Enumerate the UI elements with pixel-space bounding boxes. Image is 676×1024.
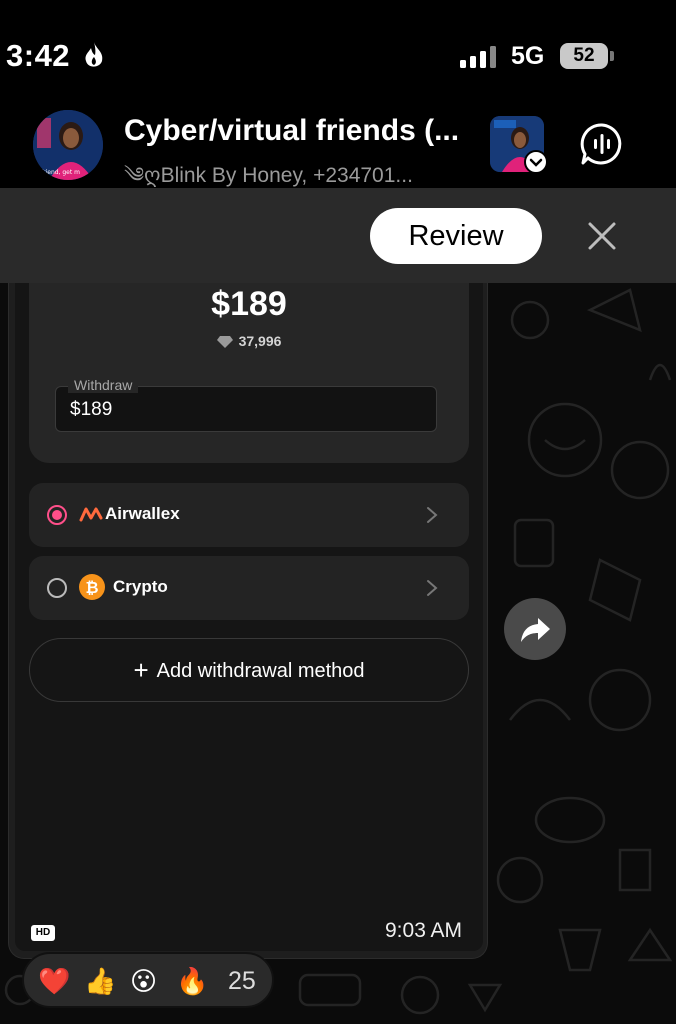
balance-card: $189 37,996 Withdraw $189 — [29, 283, 469, 463]
status-time: 3:42 — [6, 38, 71, 73]
reaction-count: 25 — [228, 967, 256, 995]
add-withdrawal-method-button[interactable]: + Add withdrawal method — [29, 638, 469, 702]
radio-selected[interactable] — [47, 505, 67, 525]
reaction-thumbs-up: 👍 — [84, 966, 117, 996]
plus-icon: + — [133, 655, 149, 685]
cellular-signal-icon — [460, 46, 498, 68]
radio-unselected[interactable] — [47, 578, 67, 598]
group-avatar[interactable]: friend, get m — [33, 110, 103, 180]
message-timestamp: 9:03 AM — [385, 919, 463, 942]
voice-chat-icon[interactable] — [580, 122, 624, 166]
reaction-fire: 🔥 — [176, 966, 209, 996]
method-crypto[interactable]: ₿ Crypto — [29, 556, 469, 620]
withdraw-value: $189 — [70, 399, 113, 420]
withdraw-label: Withdraw — [68, 377, 139, 393]
forward-arrow-icon — [521, 618, 550, 642]
close-icon[interactable] — [584, 218, 620, 254]
diamond-count: 37,996 — [238, 333, 282, 349]
withdraw-amount-field[interactable]: Withdraw $189 — [55, 377, 437, 432]
chevron-down-icon[interactable] — [524, 150, 548, 174]
method-airwallex[interactable]: Airwallex — [29, 483, 469, 547]
reaction-bar[interactable]: ❤️ 👍 😮 🔥 25 — [22, 952, 274, 1008]
review-bar: Review — [0, 188, 676, 283]
network-type: 5G — [511, 42, 545, 70]
diamond-balance: 37,996 — [29, 333, 469, 349]
chevron-right-icon — [427, 580, 438, 596]
screenshot-image[interactable]: $189 37,996 Withdraw $189 Airwallex ₿ Cr… — [15, 283, 483, 951]
hd-badge: HD — [31, 925, 55, 941]
add-method-label: Add withdrawal method — [156, 660, 365, 682]
airwallex-logo-icon — [79, 507, 103, 522]
chevron-right-icon — [427, 507, 438, 523]
image-message-bubble[interactable]: $189 37,996 Withdraw $189 Airwallex ₿ Cr… — [8, 283, 488, 959]
svg-text:₿: ₿ — [85, 578, 98, 597]
bitcoin-icon: ₿ — [79, 574, 105, 600]
reaction-surprised: 😮 — [130, 966, 158, 996]
reaction-heart: ❤️ — [38, 966, 71, 996]
method-label: Crypto — [113, 577, 168, 596]
forward-button[interactable] — [504, 598, 566, 660]
status-bar: 3:42 5G 52 — [0, 0, 676, 100]
review-button[interactable]: Review — [370, 208, 542, 264]
avatar-image: friend, get m — [33, 110, 103, 180]
chat-title[interactable]: Cyber/virtual friends (... — [124, 114, 459, 148]
flame-status-icon — [85, 42, 103, 67]
battery-cap — [610, 51, 614, 61]
diamond-icon — [216, 336, 233, 349]
method-label: Airwallex — [105, 504, 180, 523]
battery-indicator: 52 — [560, 43, 608, 69]
balance-amount: $189 — [211, 285, 287, 323]
chat-header: friend, get m Cyber/virtual friends (...… — [0, 100, 676, 188]
avatar-caption: friend, get m — [41, 169, 80, 176]
